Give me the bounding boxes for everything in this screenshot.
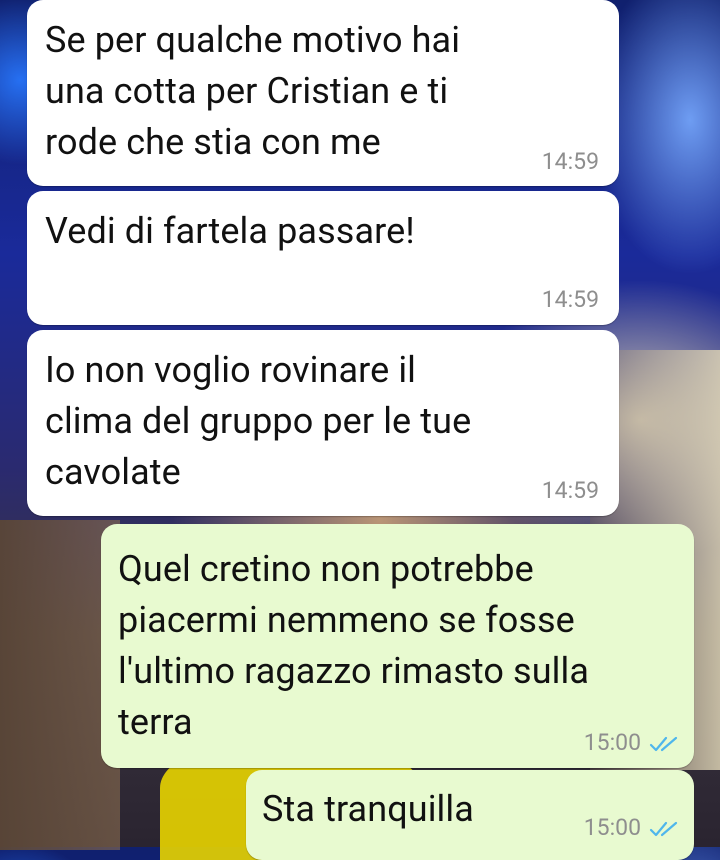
message-time: 14:59 — [541, 148, 599, 175]
double-check-icon — [649, 821, 678, 837]
message-bubble-incoming[interactable]: Vedi di fartela passare! 14:59 — [27, 191, 619, 325]
message-text: Sta tranquilla — [262, 788, 474, 830]
message-time: 14:59 — [541, 286, 599, 313]
message-time: 15:00 — [583, 814, 641, 841]
message-text: Se per qualche motivo hai una cotta per … — [45, 19, 461, 163]
message-text: Io non voglio rovinare il clima del grup… — [45, 349, 472, 493]
double-check-icon — [649, 736, 678, 752]
message-bubble-outgoing[interactable]: Quel cretino non potrebbe piacermi nemme… — [101, 524, 694, 768]
message-text: Quel cretino non potrebbe piacermi nemme… — [118, 548, 590, 743]
message-status: 15:00 — [584, 814, 679, 841]
message-text: Vedi di fartela passare! — [45, 210, 415, 252]
message-bubble-incoming[interactable]: Io non voglio rovinare il clima del grup… — [27, 330, 619, 516]
message-status: 15:00 — [584, 729, 679, 756]
message-bubble-incoming[interactable]: Se per qualche motivo hai una cotta per … — [27, 0, 619, 186]
message-time: 15:00 — [583, 729, 641, 756]
message-time: 14:59 — [541, 477, 599, 504]
